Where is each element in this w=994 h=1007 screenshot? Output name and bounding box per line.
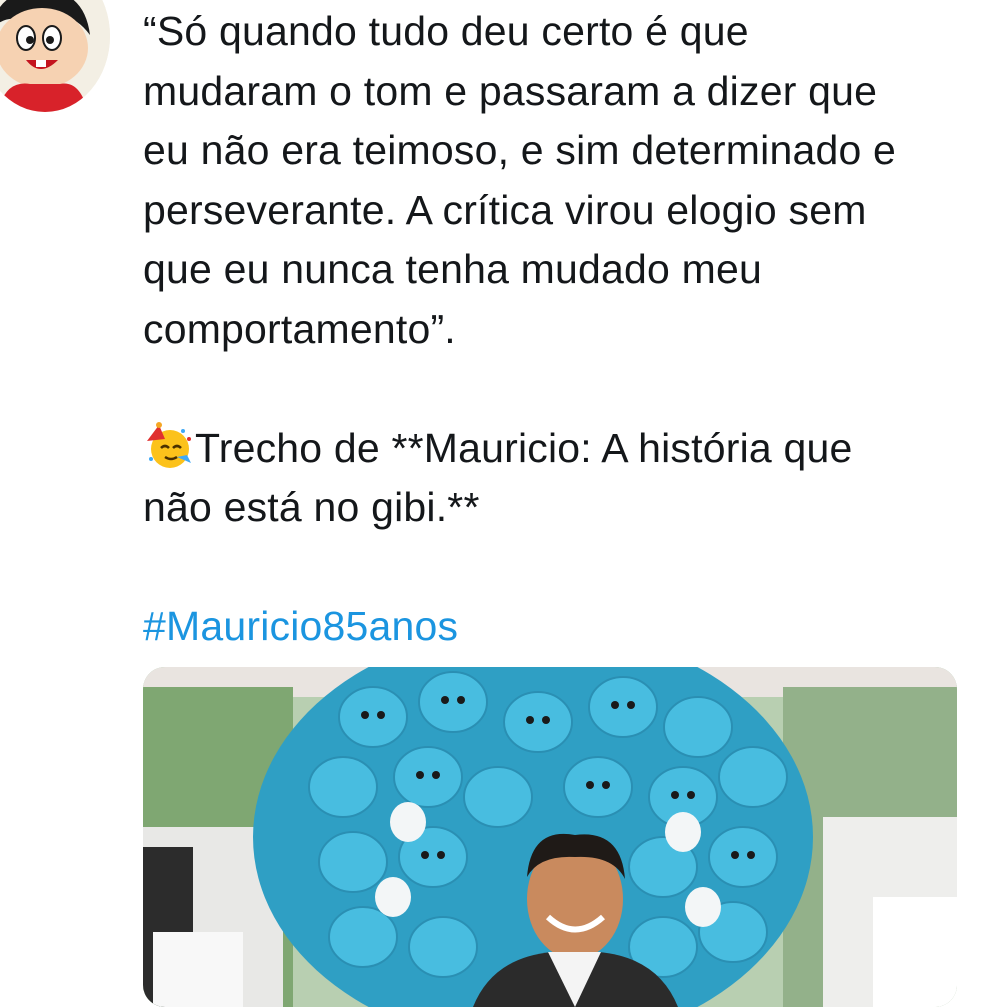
hashtag-link[interactable]: #Mauricio85anos bbox=[143, 597, 458, 657]
excerpt-line: não está no gibi.** bbox=[143, 484, 480, 530]
author-avatar[interactable] bbox=[0, 0, 110, 112]
tweet-quote: “Só quando tudo deu certo é que mudaram … bbox=[143, 2, 973, 359]
quote-line: comportamento”. bbox=[143, 305, 456, 352]
quote-line: eu não era teimoso, e sim determinado e bbox=[143, 127, 897, 173]
partying-face-emoji-icon bbox=[147, 421, 191, 468]
tweet-excerpt: Trecho de **Mauricio: A história que não… bbox=[143, 419, 973, 538]
monica-cartoon-avatar-icon bbox=[0, 0, 110, 112]
quote-line: que eu nunca tenha mudado meu bbox=[143, 246, 762, 292]
tweet-body: “Só quando tudo deu certo é que mudaram … bbox=[143, 2, 973, 657]
tweet-media-photo[interactable] bbox=[143, 667, 957, 1007]
quote-line: mudaram o tom e passaram a dizer que bbox=[143, 67, 878, 114]
quote-line: “Só quando tudo deu certo é que bbox=[143, 8, 749, 54]
quote-line: perseverante. A crítica virou elogio sem bbox=[143, 186, 867, 233]
photo-man-with-blue-plush-rabbits bbox=[143, 667, 957, 1007]
excerpt-line: Trecho de **Mauricio: A história que bbox=[195, 424, 853, 471]
